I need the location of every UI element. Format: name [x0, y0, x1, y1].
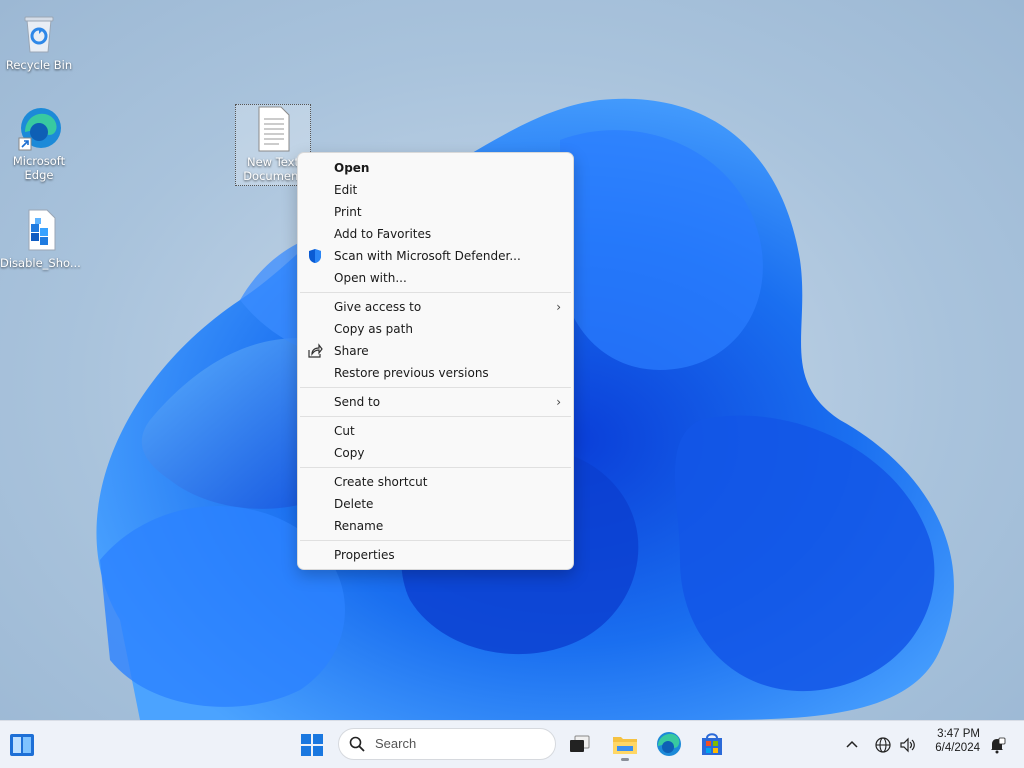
search-placeholder: Search [375, 736, 417, 751]
menu-item-properties[interactable]: Properties [298, 544, 573, 566]
defender-shield-icon [307, 248, 323, 264]
menu-separator [300, 387, 571, 388]
show-hidden-icons-button[interactable] [842, 735, 862, 755]
globe-icon [873, 737, 893, 758]
menu-item-copy-as-path[interactable]: Copy as path [298, 318, 573, 340]
menu-item-give-access[interactable]: Give access to › [298, 296, 573, 318]
menu-item-label: Delete [334, 497, 374, 511]
menu-item-create-shortcut[interactable]: Create shortcut [298, 471, 573, 493]
search-icon [349, 736, 365, 755]
store-icon [696, 733, 728, 763]
menu-item-add-to-favorites[interactable]: Add to Favorites [298, 223, 573, 245]
menu-item-delete[interactable]: Delete [298, 493, 573, 515]
edge-icon [653, 732, 685, 763]
taskbar-search-box[interactable]: Search [338, 728, 556, 760]
menu-item-edit[interactable]: Edit [298, 179, 573, 201]
clock-time: 3:47 PM [937, 728, 980, 740]
desktop-icon-label: Microsoft Edge [12, 154, 66, 182]
menu-item-label: Print [334, 205, 362, 219]
menu-item-label: Cut [334, 424, 355, 438]
menu-item-label: Scan with Microsoft Defender... [334, 249, 521, 263]
menu-separator [300, 292, 571, 293]
context-menu: Open Edit Print Add to Favorites Scan wi… [297, 152, 574, 570]
task-view-button[interactable] [564, 728, 596, 760]
menu-item-cut[interactable]: Cut [298, 420, 573, 442]
text-document-icon [249, 105, 297, 153]
menu-item-label: Rename [334, 519, 384, 533]
desktop-icon-label: Recycle Bin [5, 58, 73, 72]
running-indicator [621, 758, 629, 761]
widgets-icon [6, 734, 38, 764]
volume-button[interactable] [898, 735, 918, 755]
menu-item-label: Copy as path [334, 322, 413, 336]
menu-separator [300, 416, 571, 417]
desktop-icon-disable-shortcut[interactable]: Disable_Sho... [0, 206, 81, 270]
registry-file-icon [15, 206, 63, 254]
speaker-icon [898, 737, 918, 758]
menu-item-label: Restore previous versions [334, 366, 489, 380]
start-icon [296, 734, 328, 764]
chevron-right-icon: › [556, 395, 561, 409]
edge-icon [15, 104, 63, 152]
menu-separator [300, 540, 571, 541]
menu-item-label: Properties [334, 548, 395, 562]
recycle-bin-icon [15, 8, 63, 56]
task-view-icon [564, 735, 596, 763]
notification-bell-icon [987, 737, 1007, 758]
menu-item-label: Open with... [334, 271, 407, 285]
menu-item-scan-defender[interactable]: Scan with Microsoft Defender... [298, 245, 573, 267]
menu-item-label: Open [334, 161, 370, 175]
chevron-up-icon [842, 740, 862, 758]
desktop-icon-label: Disable_Sho... [0, 256, 81, 270]
menu-item-label: Create shortcut [334, 475, 428, 489]
clock[interactable]: 3:47 PM 6/4/2024 [924, 728, 980, 754]
menu-item-open[interactable]: Open [298, 157, 573, 179]
share-icon [307, 343, 323, 359]
notifications-button[interactable] [987, 735, 1007, 755]
menu-item-label: Give access to [334, 300, 422, 314]
edge-taskbar-button[interactable] [653, 728, 685, 760]
store-button[interactable] [696, 728, 728, 760]
menu-item-label: Share [334, 344, 369, 358]
desktop-icon-microsoft-edge[interactable]: Microsoft Edge [0, 104, 78, 182]
widgets-button[interactable] [6, 729, 38, 761]
chevron-right-icon: › [556, 300, 561, 314]
menu-item-label: Send to [334, 395, 381, 409]
menu-item-label: Edit [334, 183, 358, 197]
start-button[interactable] [296, 729, 328, 761]
menu-item-open-with[interactable]: Open with... [298, 267, 573, 289]
menu-item-label: Add to Favorites [334, 227, 432, 241]
network-button[interactable] [873, 735, 893, 755]
menu-item-copy[interactable]: Copy [298, 442, 573, 464]
menu-item-print[interactable]: Print [298, 201, 573, 223]
menu-separator [300, 467, 571, 468]
clock-date: 6/4/2024 [935, 742, 980, 754]
menu-item-share[interactable]: Share [298, 340, 573, 362]
desktop-icon-recycle-bin[interactable]: Recycle Bin [0, 8, 78, 72]
file-explorer-button[interactable] [609, 728, 641, 761]
menu-item-rename[interactable]: Rename [298, 515, 573, 537]
menu-item-send-to[interactable]: Send to › [298, 391, 573, 413]
menu-item-restore-versions[interactable]: Restore previous versions [298, 362, 573, 384]
menu-item-label: Copy [334, 446, 365, 460]
